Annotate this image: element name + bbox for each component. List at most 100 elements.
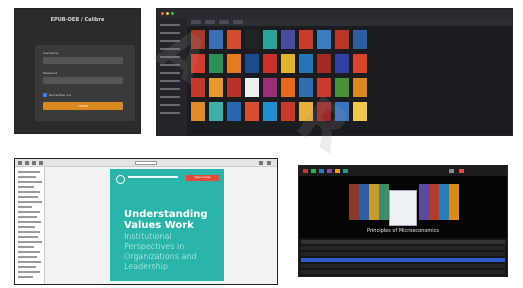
table-row[interactable]	[301, 270, 505, 274]
sidebar-item[interactable]	[160, 104, 180, 106]
menu-icon[interactable]	[18, 161, 22, 165]
book-cover[interactable]	[281, 78, 295, 97]
add-book-icon[interactable]	[303, 169, 308, 173]
preferences-icon[interactable]	[449, 169, 454, 173]
sidebar-item[interactable]	[160, 24, 180, 26]
book-cover[interactable]	[227, 54, 241, 73]
search-icon[interactable]	[25, 161, 29, 165]
flow-cover[interactable]	[449, 184, 459, 220]
toc-item[interactable]	[18, 176, 36, 178]
settings-icon[interactable]	[259, 161, 263, 165]
toc-item[interactable]	[18, 216, 37, 218]
book-cover[interactable]	[209, 54, 223, 73]
sidebar-item[interactable]	[160, 112, 180, 114]
book-cover[interactable]	[335, 102, 349, 121]
download-icon[interactable]	[335, 169, 340, 173]
login-button[interactable]: LOGIN	[43, 102, 123, 110]
edit-icon[interactable]	[311, 169, 316, 173]
minimize-icon[interactable]	[166, 12, 169, 15]
chevron-left-icon[interactable]	[32, 161, 36, 165]
coverflow-view[interactable]: Principles of Microeconomics	[299, 176, 507, 238]
flow-cover[interactable]	[429, 184, 439, 220]
toc-item[interactable]	[18, 276, 33, 278]
table-row[interactable]	[301, 246, 505, 250]
book-cover[interactable]	[335, 54, 349, 73]
sidebar-item[interactable]	[160, 32, 180, 34]
book-cover[interactable]	[191, 30, 205, 49]
book-cover[interactable]	[209, 78, 223, 97]
sidebar-item[interactable]	[160, 40, 180, 42]
book-cover[interactable]	[335, 30, 349, 49]
book-cover[interactable]	[209, 30, 223, 49]
book-cover[interactable]	[299, 102, 313, 121]
sidebar-item[interactable]	[160, 48, 180, 50]
maximize-icon[interactable]	[171, 12, 174, 15]
view-icon[interactable]	[327, 169, 332, 173]
toc-item[interactable]	[18, 191, 40, 193]
toc-item[interactable]	[18, 171, 40, 173]
flow-cover[interactable]	[349, 184, 359, 220]
fullscreen-icon[interactable]	[267, 161, 271, 165]
book-cover[interactable]	[227, 78, 241, 97]
book-cover[interactable]	[335, 78, 349, 97]
page-number-field[interactable]	[135, 161, 157, 165]
book-cover[interactable]	[353, 102, 367, 121]
book-cover[interactable]	[317, 102, 331, 121]
toc-item[interactable]	[18, 201, 42, 203]
toc-item[interactable]	[18, 271, 40, 273]
toc-item[interactable]	[18, 196, 38, 198]
toc-item[interactable]	[18, 241, 42, 243]
toc-item[interactable]	[18, 256, 37, 258]
sidebar-item[interactable]	[160, 56, 180, 58]
book-cover[interactable]	[317, 54, 331, 73]
toc-item[interactable]	[18, 226, 35, 228]
chevron-right-icon[interactable]	[39, 161, 43, 165]
toolbar-button[interactable]	[219, 20, 229, 24]
table-row-selected[interactable]	[301, 258, 505, 262]
book-cover[interactable]	[281, 102, 295, 121]
flow-cover[interactable]	[369, 184, 379, 220]
book-cover[interactable]	[263, 30, 277, 49]
toc-item[interactable]	[18, 221, 41, 223]
book-cover[interactable]	[317, 30, 331, 49]
toolbar-button[interactable]	[233, 20, 243, 24]
sidebar-item[interactable]	[160, 80, 180, 82]
convert-icon[interactable]	[319, 169, 324, 173]
book-cover[interactable]	[281, 54, 295, 73]
sidebar-item[interactable]	[160, 72, 180, 74]
table-row[interactable]	[301, 264, 505, 268]
book-cover[interactable]	[263, 78, 277, 97]
book-cover[interactable]	[353, 30, 367, 49]
book-cover[interactable]	[245, 30, 259, 49]
close-icon[interactable]	[161, 12, 164, 15]
toolbar-button[interactable]	[205, 20, 215, 24]
book-cover[interactable]	[263, 102, 277, 121]
sidebar-item[interactable]	[160, 88, 180, 90]
flow-cover[interactable]	[439, 184, 449, 220]
username-field[interactable]	[43, 57, 123, 64]
toc-item[interactable]	[18, 181, 42, 183]
toc-item[interactable]	[18, 231, 40, 233]
book-cover[interactable]	[317, 78, 331, 97]
book-cover[interactable]	[227, 102, 241, 121]
book-cover[interactable]	[209, 102, 223, 121]
flow-cover[interactable]	[379, 184, 389, 220]
sidebar-item[interactable]	[160, 96, 180, 98]
toc-item[interactable]	[18, 266, 36, 268]
toc-item[interactable]	[18, 186, 34, 188]
toc-item[interactable]	[18, 236, 38, 238]
toc-item[interactable]	[18, 251, 40, 253]
book-cover[interactable]	[191, 78, 205, 97]
book-cover[interactable]	[353, 78, 367, 97]
book-cover[interactable]	[227, 30, 241, 49]
book-cover[interactable]	[299, 54, 313, 73]
flow-cover[interactable]	[419, 184, 429, 220]
remove-icon[interactable]	[459, 169, 464, 173]
book-cover[interactable]	[191, 102, 205, 121]
book-cover[interactable]	[245, 54, 259, 73]
toc-item[interactable]	[18, 206, 32, 208]
toc-item[interactable]	[18, 261, 41, 263]
book-cover[interactable]	[245, 78, 259, 97]
book-cover[interactable]	[353, 54, 367, 73]
toc-item[interactable]	[18, 211, 40, 213]
